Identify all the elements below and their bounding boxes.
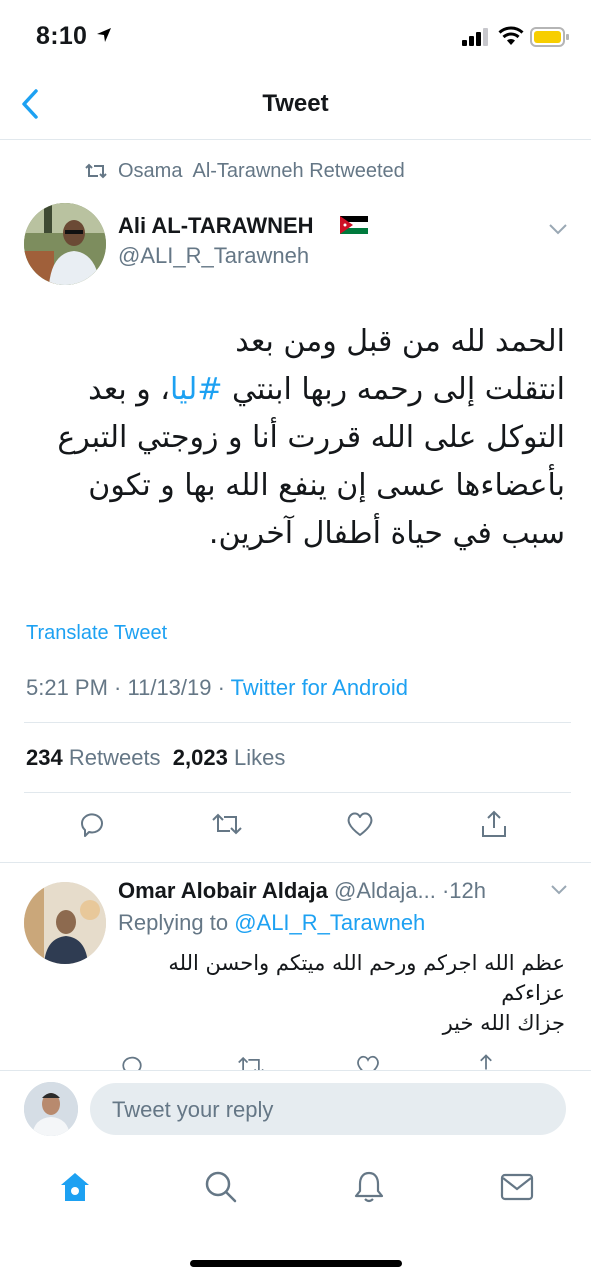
reply-author-line[interactable]: Omar Alobair Aldaja @Aldaja... ·12h (118, 878, 558, 904)
tab-bar (0, 1160, 591, 1220)
replying-to-label: Replying to (118, 910, 235, 935)
tweet-time: 5:21 PM (26, 675, 108, 700)
home-indicator[interactable] (190, 1260, 402, 1267)
search-icon[interactable] (204, 1170, 238, 1204)
cellular-signal-icon (462, 28, 488, 46)
likes-stat[interactable]: 2,023 Likes (173, 745, 286, 770)
retweet-action-icon[interactable] (210, 808, 244, 840)
likes-label: Likes (233, 745, 286, 770)
reply-author-handle: @Aldaja... (334, 878, 436, 903)
battery-icon (530, 27, 569, 47)
reply-age: ·12h (441, 878, 486, 903)
author-avatar[interactable] (24, 203, 106, 285)
tweet-stats: 234 Retweets 2,023 Likes (26, 745, 285, 771)
share-icon[interactable] (478, 808, 510, 840)
retweets-label: Retweets (68, 745, 161, 770)
jordan-flag-icon (340, 216, 368, 234)
tweet-text: الحمد لله من قبل ومن بعد انتقلت إلى رحمه… (45, 318, 565, 558)
chevron-down-icon[interactable] (548, 222, 568, 236)
location-arrow-icon (97, 28, 111, 42)
tweet-text-part1: الحمد لله من قبل ومن بعد انتقلت إلى رحمه… (232, 324, 565, 407)
divider (0, 862, 591, 863)
likes-count: 2,023 (172, 745, 228, 770)
hashtag-link[interactable]: #ليا (170, 372, 222, 407)
notifications-bell-icon[interactable] (352, 1170, 386, 1204)
status-time: 8:10 (36, 22, 88, 50)
my-avatar[interactable] (24, 1082, 78, 1136)
retweets-count: 234 (26, 745, 63, 770)
reply-author-name: Omar Alobair Aldaja (118, 878, 328, 903)
reply-icon[interactable] (118, 1052, 146, 1070)
messages-mail-icon[interactable] (500, 1172, 534, 1202)
tweet-date: 11/13/19 (127, 675, 212, 700)
like-icon[interactable] (354, 1052, 382, 1070)
retweet-action-icon[interactable] (236, 1052, 266, 1070)
retweets-stat[interactable]: 234 Retweets (26, 745, 161, 770)
replying-to-handle[interactable]: @ALI_R_Tarawneh (234, 910, 425, 935)
wifi-icon (498, 26, 524, 45)
author-handle[interactable]: @ALI_R_Tarawneh (118, 243, 309, 269)
author-name[interactable]: Ali AL-TARAWNEH (118, 213, 314, 239)
reply-action-bar (0, 1050, 591, 1070)
replying-to-line: Replying to @ALI_R_Tarawneh (118, 910, 425, 936)
reply-text: عظم الله اجركم ورحم الله ميتكم واحسن الل… (168, 951, 565, 1035)
tweet-reply-input[interactable]: Tweet your reply (90, 1083, 566, 1135)
retweeted-by-label[interactable]: Osama Al-Tarawneh Retweeted (118, 160, 405, 183)
page-title: Tweet (262, 90, 329, 117)
divider (24, 722, 571, 723)
home-icon[interactable] (58, 1170, 92, 1204)
reply-icon[interactable] (76, 808, 108, 840)
tweet-source-link[interactable]: Twitter for Android (231, 675, 408, 700)
tweet-action-bar (0, 808, 591, 848)
retweet-icon (85, 163, 107, 179)
divider (24, 792, 571, 793)
chevron-down-icon[interactable] (550, 884, 568, 896)
translate-tweet-link[interactable]: Translate Tweet (26, 622, 167, 645)
reply-avatar[interactable] (24, 882, 106, 964)
tweet-meta: 5:21 PM · 11/13/19 · Twitter for Android (26, 675, 408, 700)
share-icon[interactable] (472, 1052, 500, 1070)
like-icon[interactable] (344, 808, 376, 840)
